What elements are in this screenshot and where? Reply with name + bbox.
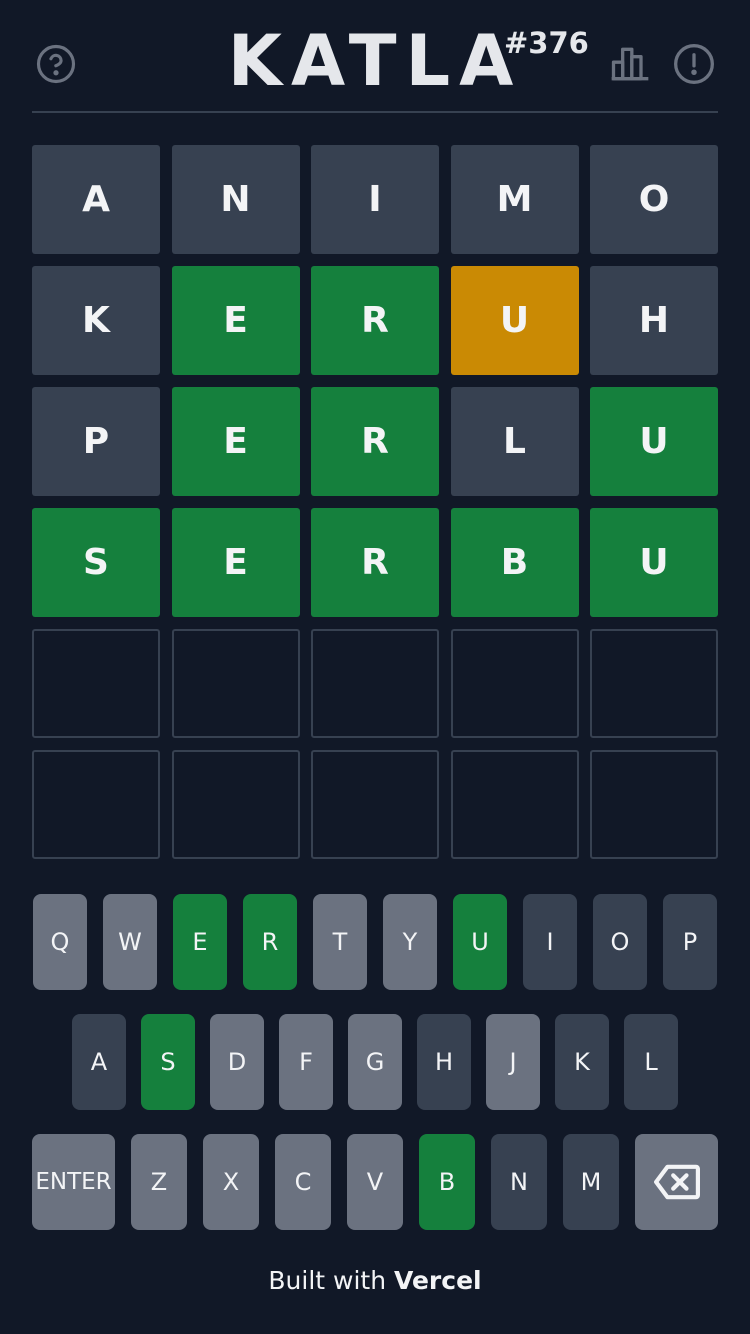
- keyboard-row: QWERTYUIOP: [32, 894, 718, 990]
- key-p[interactable]: P: [663, 894, 717, 990]
- game-board: ANIMOKERUHPERLUSERBU: [32, 145, 718, 871]
- app: KATLA #376 ANIMOKERUHPERLUSERBU QWERTYUI…: [0, 0, 750, 1334]
- key-r[interactable]: R: [243, 894, 297, 990]
- tile: E: [171, 508, 300, 617]
- tile: [311, 629, 439, 738]
- keyboard-row: ASDFGHJKL: [32, 1014, 718, 1110]
- key-i[interactable]: I: [523, 894, 577, 990]
- tile: H: [590, 266, 718, 375]
- app-title: KATLA: [227, 20, 523, 102]
- board-row: [32, 629, 718, 738]
- tile: N: [171, 145, 300, 254]
- key-a[interactable]: A: [72, 1014, 126, 1110]
- key-c[interactable]: C: [275, 1134, 331, 1230]
- tile: E: [171, 266, 300, 375]
- key-b[interactable]: B: [419, 1134, 475, 1230]
- keyboard-row: ENTER Z X C V B N M: [32, 1134, 718, 1230]
- tile: K: [32, 266, 160, 375]
- backspace-icon: [653, 1164, 700, 1200]
- tile: R: [311, 387, 439, 496]
- stats-button[interactable]: [606, 40, 654, 88]
- tile: S: [32, 508, 160, 617]
- key-d[interactable]: D: [210, 1014, 264, 1110]
- tile: [32, 629, 160, 738]
- key-x[interactable]: X: [203, 1134, 259, 1230]
- about-button[interactable]: [670, 40, 718, 88]
- tile: [450, 750, 579, 859]
- key-s[interactable]: S: [141, 1014, 195, 1110]
- key-e[interactable]: E: [173, 894, 227, 990]
- key-o[interactable]: O: [593, 894, 647, 990]
- key-g[interactable]: G: [348, 1014, 402, 1110]
- tile: [590, 629, 718, 738]
- tile: U: [450, 266, 579, 375]
- keyboard: Q W E R T Y U I O P A S D F G H J K L ENTER Z X C V B N M: [32, 894, 718, 1254]
- key-z[interactable]: Z: [131, 1134, 187, 1230]
- key-v[interactable]: V: [347, 1134, 403, 1230]
- key-t[interactable]: T: [313, 894, 367, 990]
- tile: R: [311, 266, 439, 375]
- tile: O: [590, 145, 718, 254]
- tile: [590, 750, 718, 859]
- tile: [32, 750, 160, 859]
- key-h[interactable]: H: [417, 1014, 471, 1110]
- board-row: ANIMO: [32, 145, 718, 254]
- stats-icon: [611, 47, 649, 81]
- tile: [171, 750, 300, 859]
- key-n[interactable]: N: [491, 1134, 547, 1230]
- tile: I: [311, 145, 439, 254]
- key-k[interactable]: K: [555, 1014, 609, 1110]
- key-f[interactable]: F: [279, 1014, 333, 1110]
- tile: M: [450, 145, 579, 254]
- key-y[interactable]: Y: [383, 894, 437, 990]
- key-q[interactable]: Q: [33, 894, 87, 990]
- key-u[interactable]: U: [453, 894, 507, 990]
- tile: [311, 750, 439, 859]
- board-row: KERUH: [32, 266, 718, 375]
- tile: U: [590, 387, 718, 496]
- backspace-key[interactable]: [635, 1134, 718, 1230]
- tile: [450, 629, 579, 738]
- key-l[interactable]: L: [624, 1014, 678, 1110]
- about-icon: [674, 44, 714, 84]
- enter-key[interactable]: ENTER: [32, 1134, 115, 1230]
- tile: E: [171, 387, 300, 496]
- key-m[interactable]: M: [563, 1134, 619, 1230]
- tile: P: [32, 387, 160, 496]
- tile: U: [590, 508, 718, 617]
- board-row: SERBU: [32, 508, 718, 617]
- tile: [171, 629, 300, 738]
- game-number: #376: [504, 26, 589, 60]
- board-row: [32, 750, 718, 859]
- key-j[interactable]: J: [486, 1014, 540, 1110]
- board-row: PERLU: [32, 387, 718, 496]
- tile: L: [450, 387, 579, 496]
- header: KATLA #376: [32, 0, 718, 113]
- tile: B: [450, 508, 579, 617]
- footer-brand[interactable]: Vercel: [394, 1266, 482, 1295]
- key-w[interactable]: W: [103, 894, 157, 990]
- tile: A: [32, 145, 160, 254]
- tile: R: [311, 508, 439, 617]
- footer: Built with Vercel: [0, 1266, 750, 1295]
- footer-prefix: Built with: [268, 1266, 394, 1295]
